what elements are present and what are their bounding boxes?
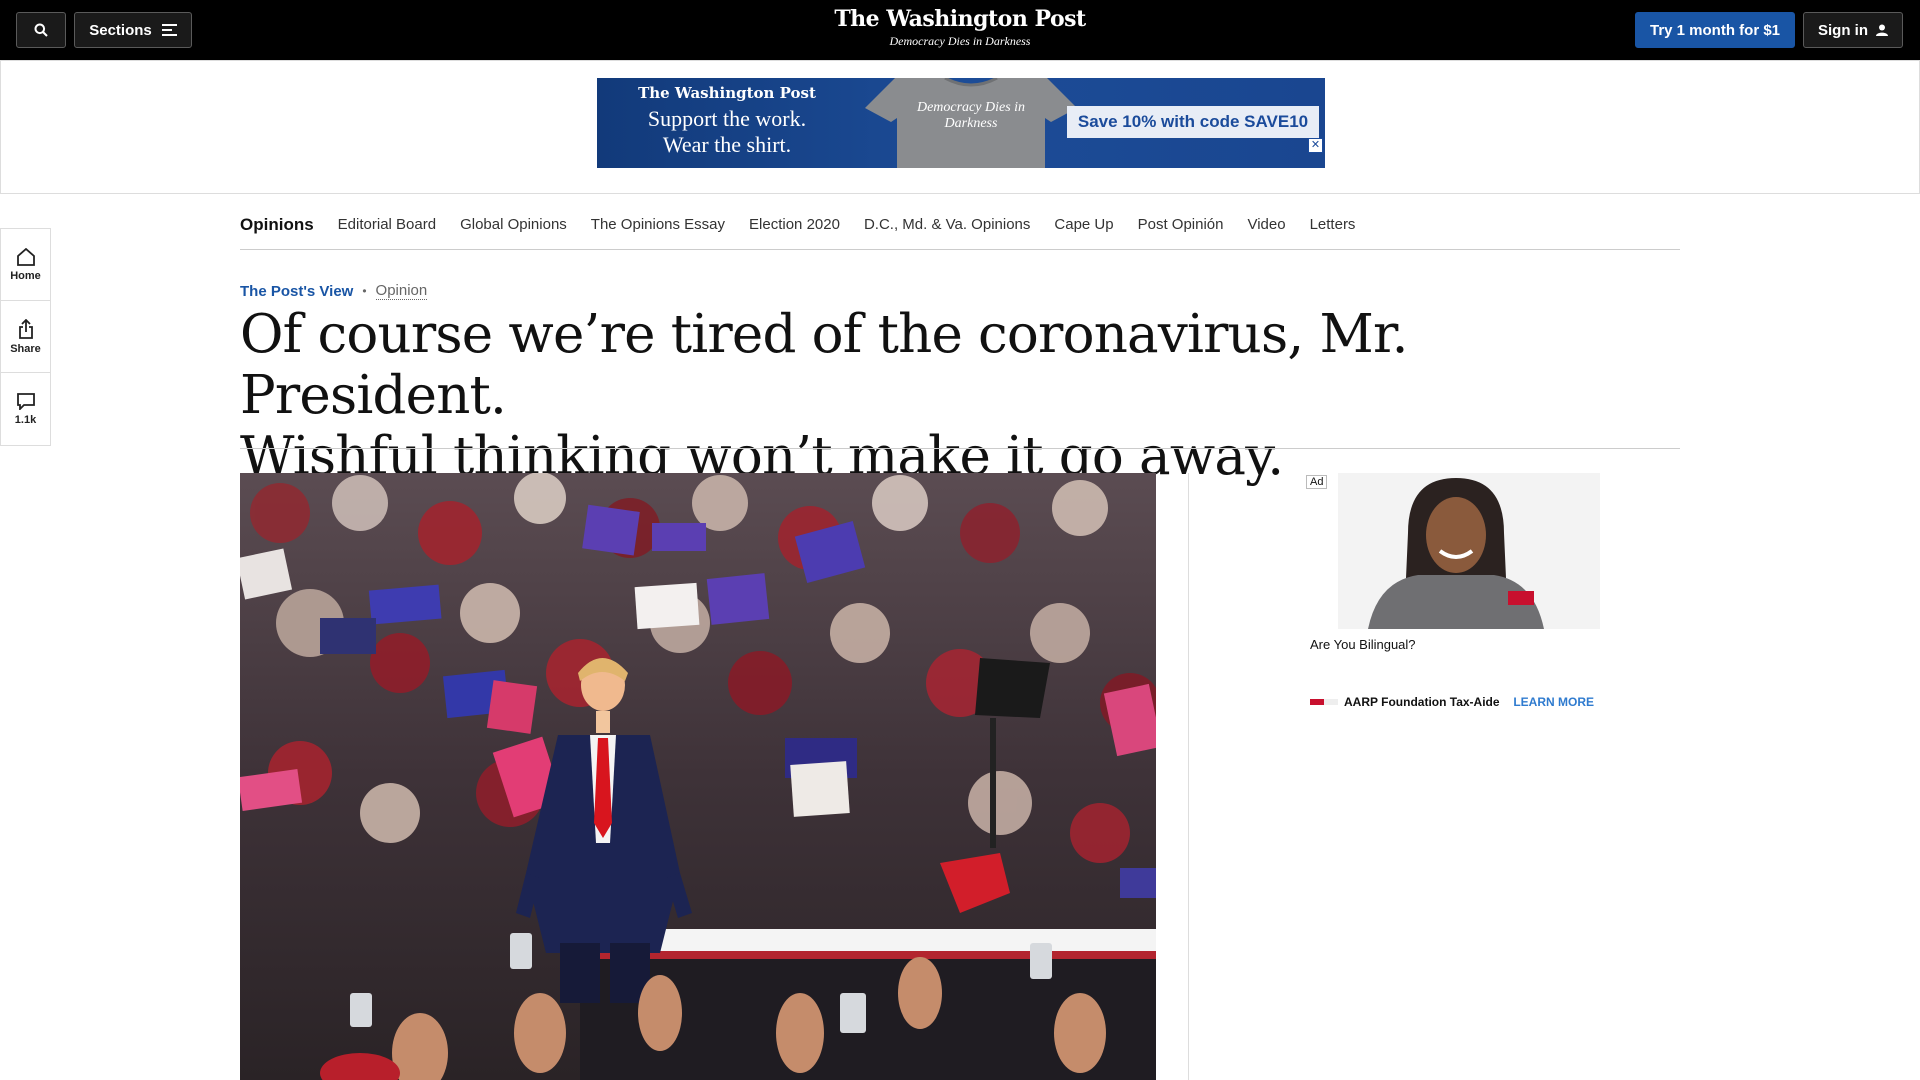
share-label: Share [10,342,41,355]
ad-badge: Ad [1306,475,1328,489]
kicker-label[interactable]: The Post's View [240,283,353,300]
headline-divider [240,448,1680,449]
shirt-slogan: Democracy Dies in Darkness [916,100,1026,131]
promo-line-1: Support the work. [647,106,807,131]
article-kicker: The Post's View • Opinion [240,282,428,300]
nav-item-editorial-board[interactable]: Editorial Board [338,216,436,233]
subscribe-button[interactable]: Try 1 month for $1 [1635,12,1795,48]
nav-item-global-opinions[interactable]: Global Opinions [460,216,567,233]
column-divider [1188,473,1189,1080]
nav-item-election-2020[interactable]: Election 2020 [749,216,840,233]
kicker-separator: • [362,284,367,298]
left-action-rail: Home Share 1.1k [0,228,51,446]
ad-question: Are You Bilingual? [1310,637,1416,652]
promo-code: Save 10% with code SAVE10 [1067,106,1319,138]
nav-item-opinions[interactable]: Opinions [240,215,314,235]
subscription-promo-ad[interactable]: The Washington Post Support the work. We… [597,78,1325,168]
home-icon [16,247,35,266]
top-bar: Sections The Washington Post Democracy D… [0,0,1920,60]
nav-item-cape-up[interactable]: Cape Up [1054,216,1113,233]
site-tagline: Democracy Dies in Darkness [889,34,1031,48]
share-icon [18,318,33,339]
user-icon [1876,24,1888,36]
ad-brand: AARP Foundation Tax-Aide [1344,695,1500,709]
search-button[interactable] [16,12,66,48]
rally-crowd-image [240,473,1156,1080]
ad-banner-area: The Washington Post Support the work. We… [0,60,1920,194]
share-button[interactable]: Share [1,301,50,373]
promo-logo: The Washington Post [638,84,816,102]
nav-item-letters[interactable]: Letters [1310,216,1356,233]
close-icon[interactable]: ✕ [1308,138,1323,153]
sign-in-label: Sign in [1818,21,1868,39]
nav-item-opinions-essay[interactable]: The Opinions Essay [591,216,725,233]
hamburger-icon [161,24,177,36]
nav-item-post-opinion[interactable]: Post Opinión [1138,216,1224,233]
learn-more-link[interactable]: LEARN MORE [1513,695,1594,709]
home-label: Home [10,269,41,282]
promo-line-2: Wear the shirt. [662,132,792,157]
lead-photo[interactable] [240,473,1156,1080]
sections-button[interactable]: Sections [74,12,192,48]
sidebar-ad[interactable]: Ad ▷ ✕ Are You Bilingual? AARP Foundatio… [1306,473,1600,723]
comment-count: 1.1k [14,414,37,426]
ad-footer: AARP Foundation Tax-Aide LEARN MORE [1310,695,1600,709]
opinions-section-nav: Opinions Editorial Board Global Opinions… [240,200,1680,250]
nav-item-dc-md-va[interactable]: D.C., Md. & Va. Opinions [864,216,1030,233]
headline-line-1: Of course we’re tired of the coronavirus… [240,304,1409,426]
comment-icon [16,393,35,410]
kicker-type[interactable]: Opinion [375,282,428,300]
comments-button[interactable]: 1.1k [1,373,50,445]
sections-label: Sections [89,21,152,39]
nav-item-video[interactable]: Video [1247,216,1285,233]
masthead-logo[interactable]: The Washington Post Democracy Dies in Da… [760,6,1160,49]
aarp-logo-icon [1310,699,1338,705]
site-logo[interactable]: The Washington Post [760,6,1160,32]
article-headline: Of course we’re tired of the coronavirus… [240,304,1680,487]
search-icon [34,23,48,37]
home-button[interactable]: Home [1,229,50,301]
sign-in-button[interactable]: Sign in [1803,12,1903,48]
ad-photo [1338,473,1600,629]
